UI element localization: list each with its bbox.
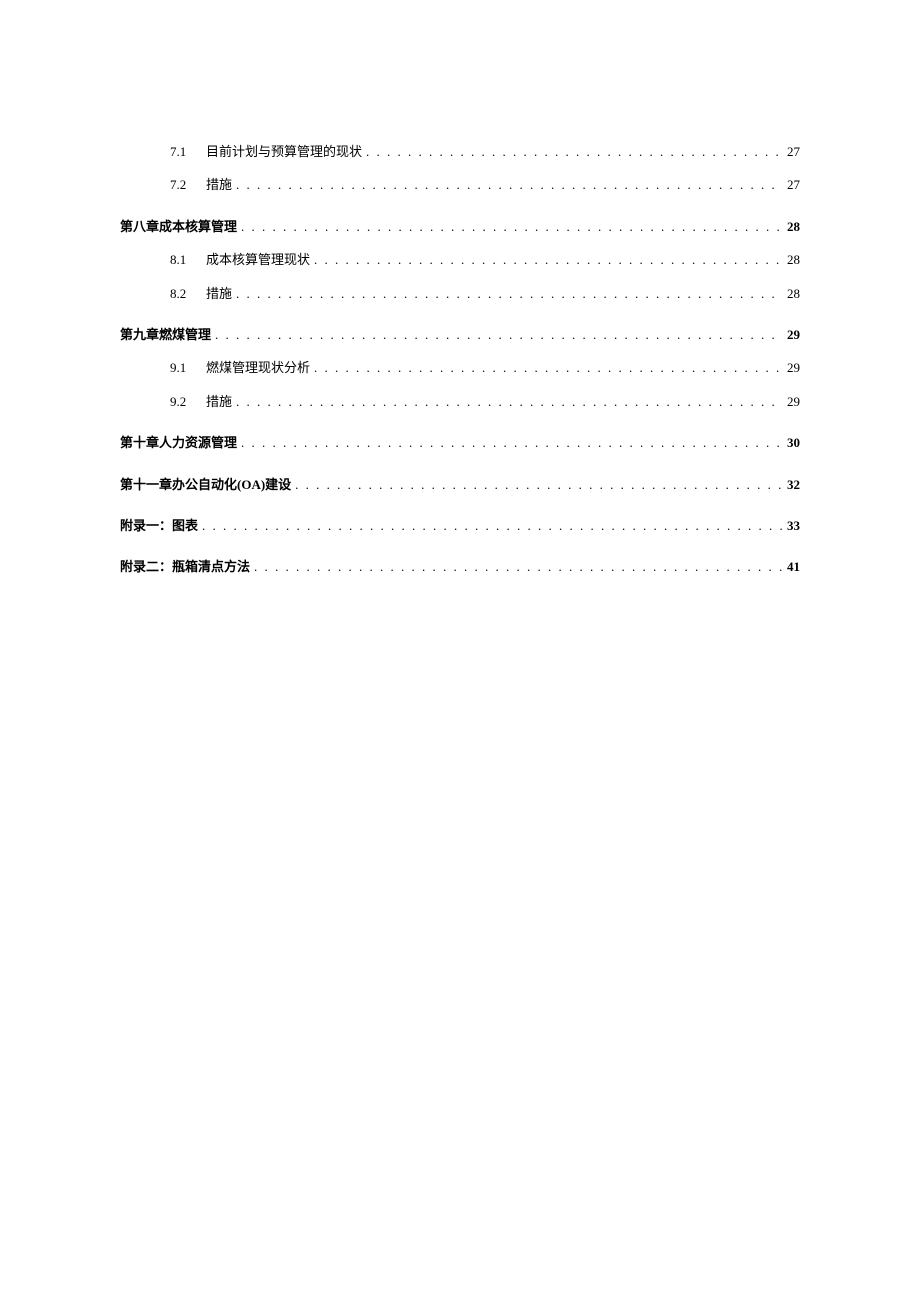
toc-entry-page: 28 (787, 248, 800, 271)
toc-leader-dots (314, 248, 783, 271)
toc-entry-number: 8.1 (170, 248, 194, 271)
toc-entry: 附录二：瓶箱清点方法 41 (120, 555, 800, 578)
toc-entry-title: 附录二：瓶箱清点方法 (120, 555, 250, 578)
toc-leader-dots (236, 282, 783, 305)
toc-entry-title: 措施 (206, 282, 232, 305)
toc-leader-dots (236, 173, 783, 196)
toc-leader-dots (241, 215, 783, 238)
toc-entry-title: 目前计划与预算管理的现状 (206, 140, 362, 163)
toc-entry: 附录一：图表 33 (120, 514, 800, 537)
toc-entry-page: 27 (787, 173, 800, 196)
toc-leader-dots (241, 431, 783, 454)
toc-entry: 7.1 目前计划与预算管理的现状 27 (120, 140, 800, 163)
toc-entry-page: 33 (787, 514, 800, 537)
toc-entry-page: 28 (787, 215, 800, 238)
toc-entry-page: 29 (787, 323, 800, 346)
toc-entry-number: 7.1 (170, 140, 194, 163)
toc-entry-title: 燃煤管理现状分析 (206, 356, 310, 379)
toc-entry-title: 成本核算管理现状 (206, 248, 310, 271)
toc-entry-page: 28 (787, 282, 800, 305)
toc-entry-number: 8.2 (170, 282, 194, 305)
toc-entry: 9.1 燃煤管理现状分析 29 (120, 356, 800, 379)
toc-leader-dots (295, 473, 783, 496)
toc-leader-dots (366, 140, 783, 163)
toc-entry-number: 9.2 (170, 390, 194, 413)
table-of-contents: 7.1 目前计划与预算管理的现状 27 7.2 措施 27 第八章成本核算管理 28 8.1 成本… (120, 140, 800, 579)
toc-entry: 第十章人力资源管理 30 (120, 431, 800, 454)
toc-entry: 8.2 措施 28 (120, 282, 800, 305)
document-page: 7.1 目前计划与预算管理的现状 27 7.2 措施 27 第八章成本核算管理 28 8.1 成本… (0, 0, 920, 579)
toc-entry-page: 29 (787, 356, 800, 379)
toc-entry: 第八章成本核算管理 28 (120, 215, 800, 238)
toc-entry-title: 第十章人力资源管理 (120, 431, 237, 454)
toc-leader-dots (254, 555, 783, 578)
toc-entry: 7.2 措施 27 (120, 173, 800, 196)
toc-entry-page: 30 (787, 431, 800, 454)
toc-entry-title: 第十一章办公自动化(OA)建设 (120, 473, 291, 496)
toc-entry-title: 措施 (206, 173, 232, 196)
toc-entry: 第九章燃煤管理 29 (120, 323, 800, 346)
toc-entry-title: 第九章燃煤管理 (120, 323, 211, 346)
toc-entry-page: 41 (787, 555, 800, 578)
toc-entry-number: 9.1 (170, 356, 194, 379)
toc-entry: 第十一章办公自动化(OA)建设 32 (120, 473, 800, 496)
toc-entry-title: 附录一：图表 (120, 514, 198, 537)
toc-leader-dots (314, 356, 783, 379)
toc-entry-number: 7.2 (170, 173, 194, 196)
toc-entry-title: 第八章成本核算管理 (120, 215, 237, 238)
toc-leader-dots (215, 323, 783, 346)
toc-entry: 9.2 措施 29 (120, 390, 800, 413)
toc-entry-page: 27 (787, 140, 800, 163)
toc-leader-dots (202, 514, 783, 537)
toc-entry-page: 29 (787, 390, 800, 413)
toc-leader-dots (236, 390, 783, 413)
toc-entry-title: 措施 (206, 390, 232, 413)
toc-entry-page: 32 (787, 473, 800, 496)
toc-entry: 8.1 成本核算管理现状 28 (120, 248, 800, 271)
